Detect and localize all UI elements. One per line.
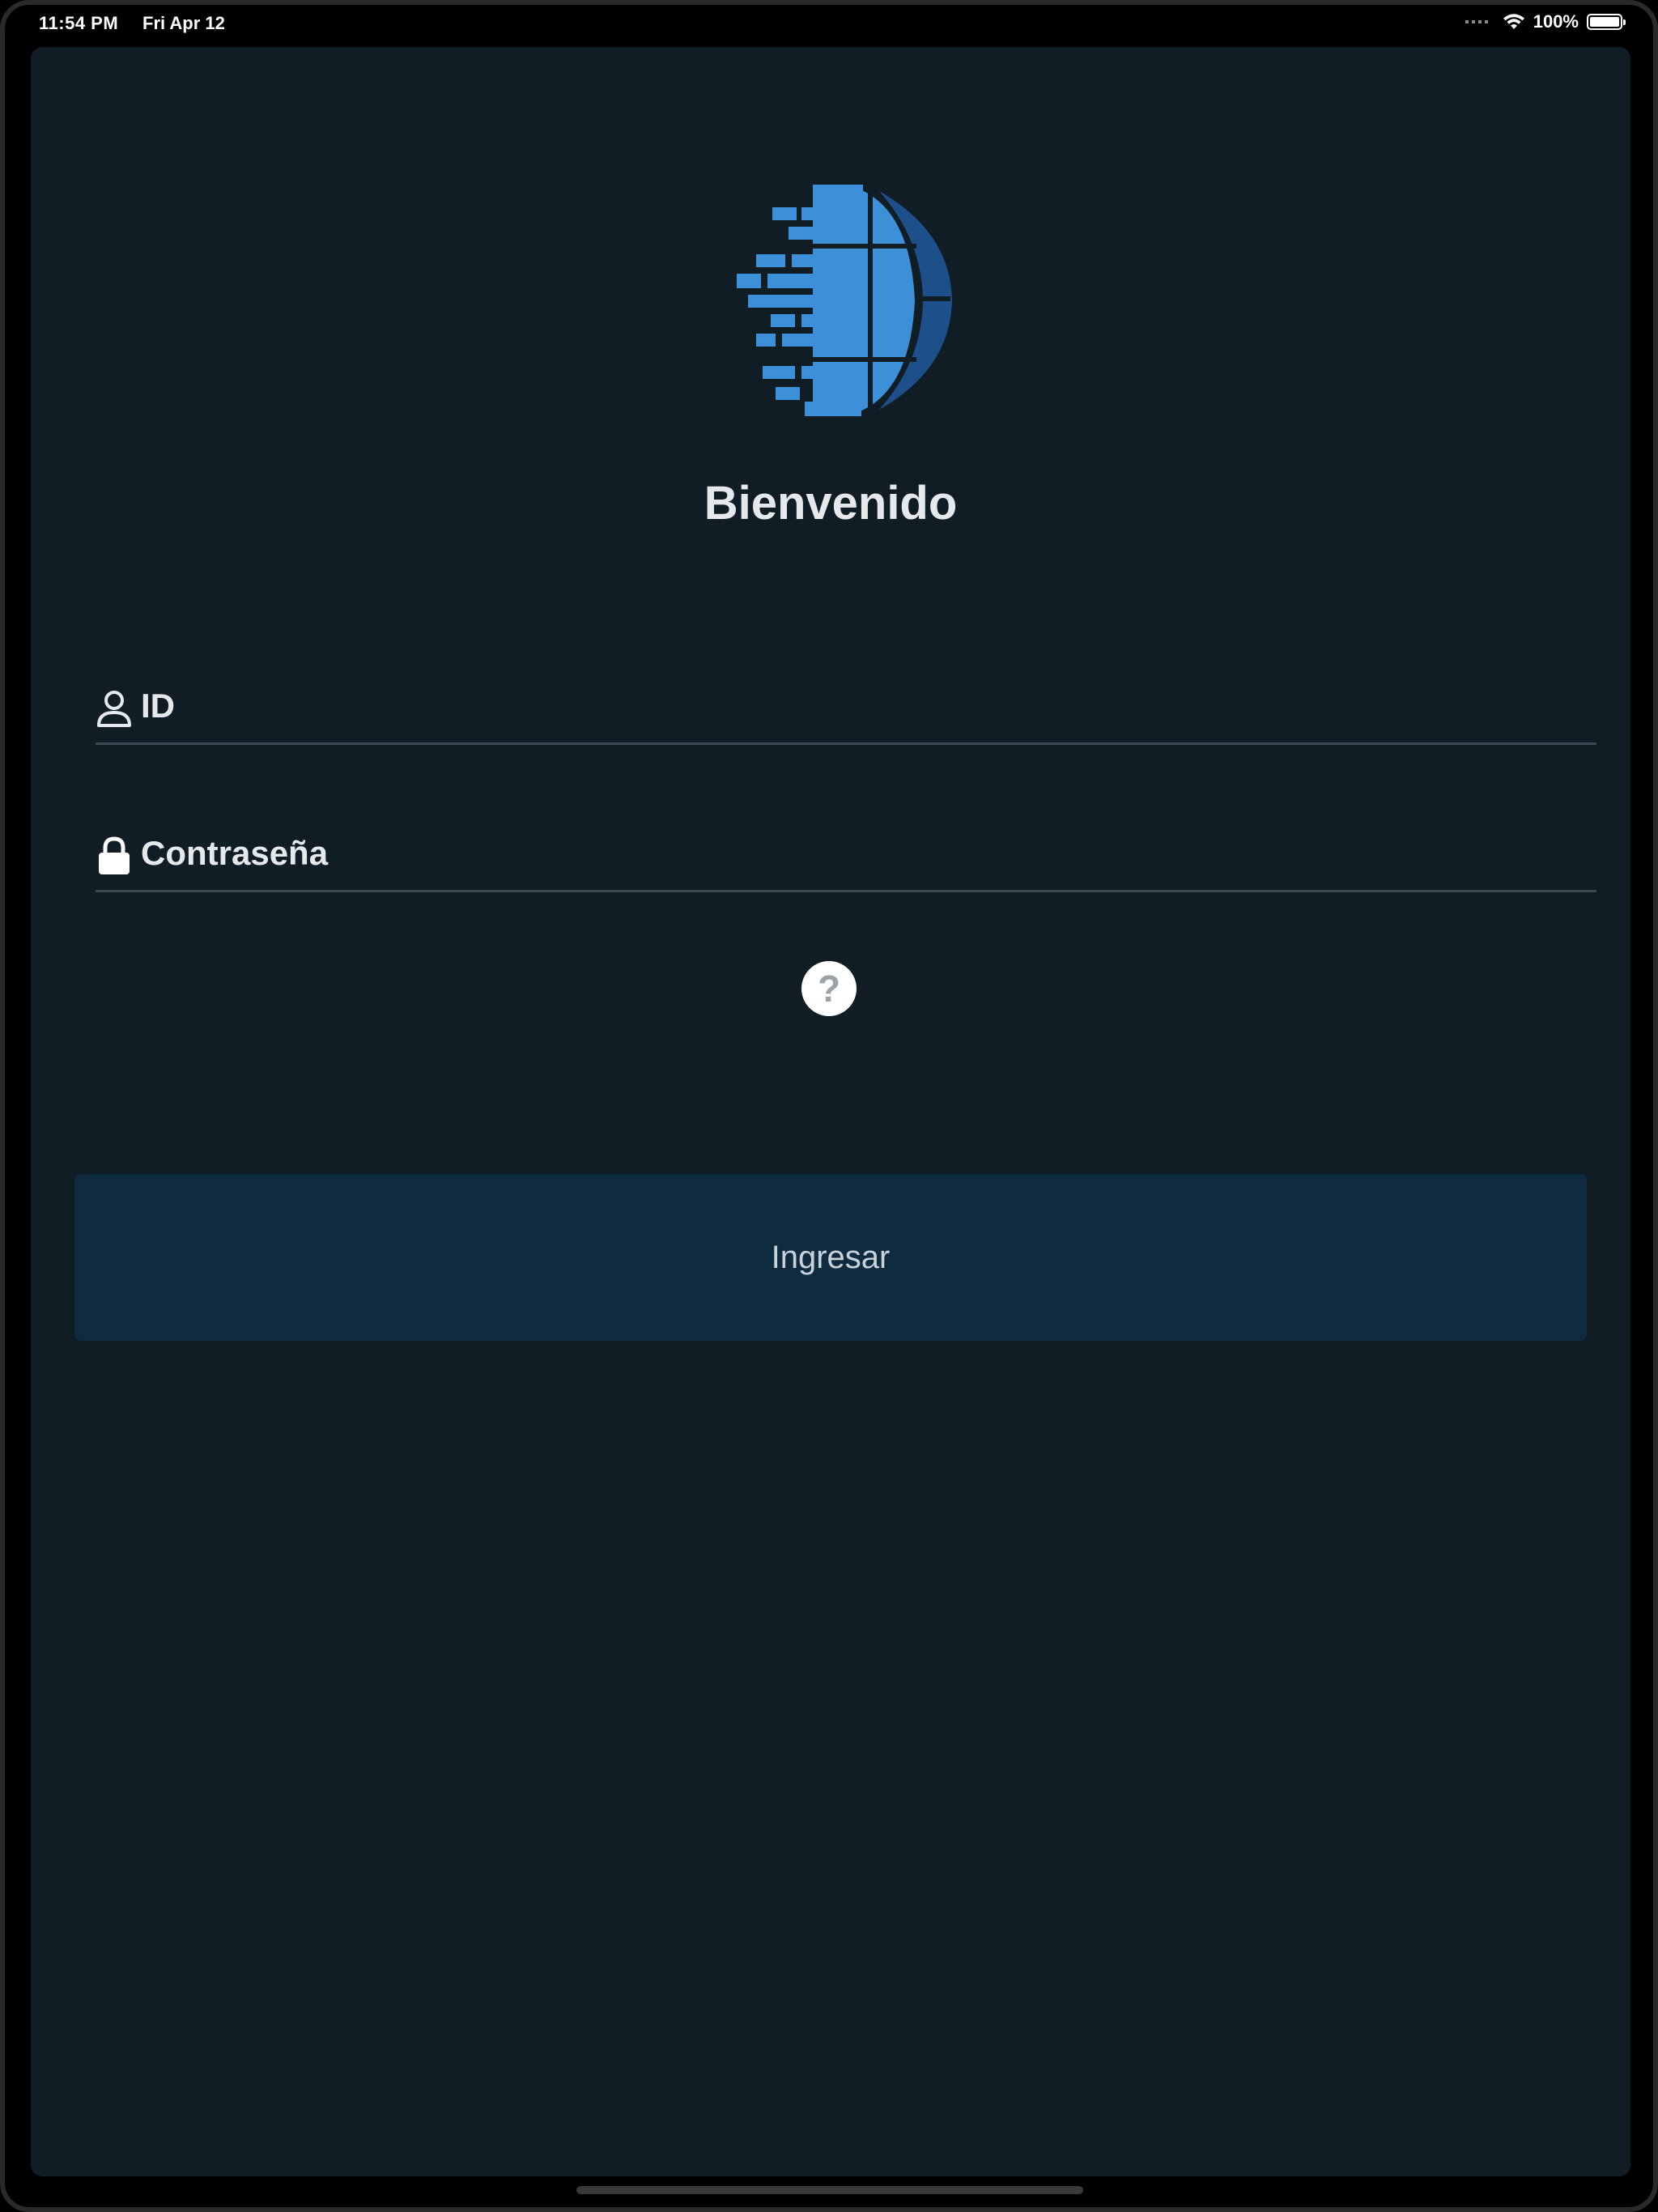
home-indicator[interactable]: [576, 2186, 1083, 2194]
status-bar: 11:54 PM Fri Apr 12 100%: [0, 0, 1658, 45]
page-title: Bienvenido: [704, 477, 958, 530]
password-field[interactable]: [96, 819, 1596, 892]
wifi-icon: [1503, 14, 1524, 29]
status-date: Fri Apr 12: [142, 13, 225, 33]
login-button[interactable]: Ingresar: [74, 1174, 1587, 1341]
battery-icon: [1587, 14, 1626, 30]
status-indicators: 100%: [1465, 11, 1626, 32]
status-time: 11:54 PM: [39, 13, 119, 33]
lock-icon: [99, 836, 130, 874]
password-input[interactable]: [141, 831, 1582, 876]
question-circle-icon[interactable]: ?: [801, 961, 857, 1016]
battery-percentage: 100%: [1533, 11, 1579, 32]
password-underline: [96, 890, 1596, 892]
multitasking-dots: [1465, 20, 1490, 23]
id-field[interactable]: [96, 672, 1596, 745]
battery-level: [1590, 17, 1619, 27]
tablet-device: 11:54 PM Fri Apr 12 100% Bienvenido ID ?…: [0, 0, 1658, 2212]
id-underline: [96, 742, 1596, 745]
id-input[interactable]: [141, 683, 1582, 729]
globe-pixel-logo: [737, 185, 952, 416]
login-screen: Bienvenido ? Ingresar: [31, 47, 1630, 2176]
user-icon: [97, 691, 131, 727]
